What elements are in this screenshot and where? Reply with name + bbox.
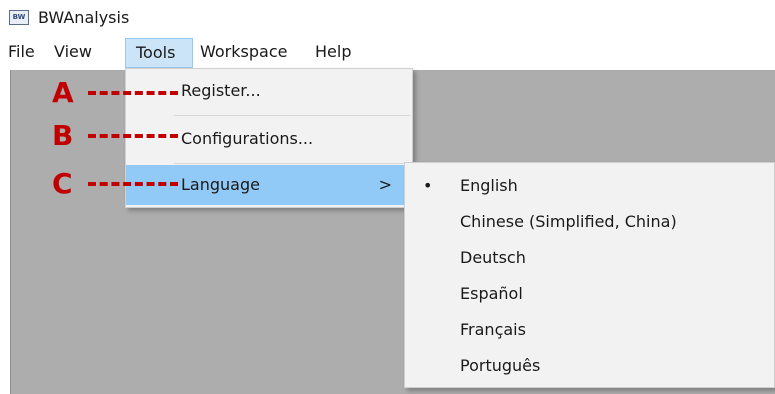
language-option-label: Español <box>460 284 523 303</box>
language-option-francais[interactable]: Français <box>405 312 774 348</box>
callout-dashed-line <box>88 91 178 95</box>
menu-view[interactable]: View <box>52 38 112 68</box>
menu-separator <box>174 115 410 116</box>
menu-workspace[interactable]: Workspace <box>200 38 305 68</box>
language-option-espanol[interactable]: Español <box>405 276 774 312</box>
language-option-label: Deutsch <box>460 248 526 267</box>
callout-b: B <box>52 122 182 150</box>
menu-bar <box>0 38 775 68</box>
language-option-english[interactable]: • English <box>405 168 774 204</box>
chevron-right-icon: > <box>378 175 392 194</box>
language-option-label: English <box>460 176 518 195</box>
callout-dashed-line <box>88 134 178 138</box>
title-bar: BW BWAnalysis <box>0 0 775 36</box>
menu-help[interactable]: Help <box>313 38 363 68</box>
callout-letter: A <box>52 76 74 109</box>
language-option-label: Français <box>460 320 526 339</box>
menu-item-configurations-label: Configurations... <box>181 129 314 148</box>
language-option-deutsch[interactable]: Deutsch <box>405 240 774 276</box>
menu-item-register-label: Register... <box>181 81 261 100</box>
menu-tools[interactable]: Tools <box>125 38 193 68</box>
selected-bullet-icon: • <box>423 176 433 195</box>
menu-separator <box>174 163 410 164</box>
app-icon: BW <box>9 10 29 25</box>
menu-file[interactable]: File <box>6 38 46 68</box>
window-title: BWAnalysis <box>38 8 130 27</box>
callout-letter: B <box>52 119 74 152</box>
callout-a: A <box>52 79 182 107</box>
language-option-portugues[interactable]: Português <box>405 348 774 384</box>
language-option-label: Português <box>460 356 541 375</box>
callout-c: C <box>52 170 182 198</box>
menu-item-language-label: Language <box>181 175 260 194</box>
callout-letter: C <box>52 167 73 200</box>
language-option-label: Chinese (Simplified, China) <box>460 212 677 231</box>
callout-dashed-line <box>88 182 178 186</box>
language-submenu: • English Chinese (Simplified, China) De… <box>404 162 775 388</box>
language-option-chinese[interactable]: Chinese (Simplified, China) <box>405 204 774 240</box>
